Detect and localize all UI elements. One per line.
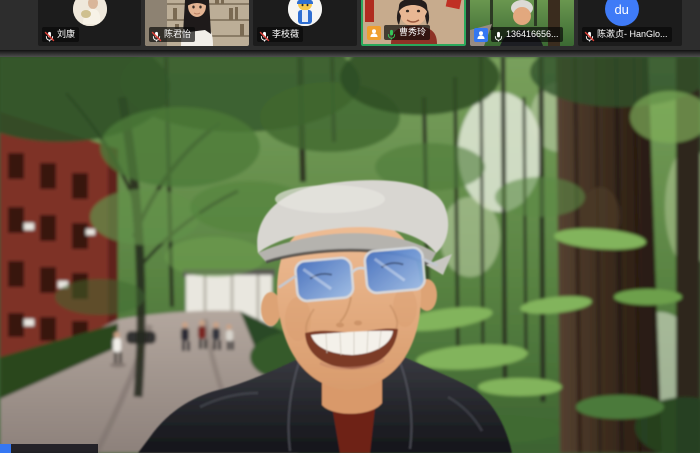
avatar [288,0,322,26]
name-pill: 李枝薇 [257,27,303,42]
main-video-scene [0,57,700,453]
participant-tile-1[interactable]: 刘康 [38,0,141,46]
name-pill: 曹秀玲 [384,25,430,40]
avatar-cartoon-illustration [288,0,322,26]
participant-name: 刘康 [57,29,75,40]
main-video-name-label-clipped [0,444,98,453]
avatar [73,0,107,26]
name-pill: 陈漱贞- HanGlo... [582,27,672,42]
participant-name: 陈君怡 [164,29,191,40]
mic-active-icon [386,27,397,38]
participant-name: 曹秀玲 [399,27,426,38]
mic-muted-icon [584,29,595,40]
avatar-photo-illustration [73,0,107,26]
strip-divider [0,50,700,57]
name-pill: 136416656... [491,27,563,42]
participant-name: 陈漱贞- HanGlo... [597,29,668,40]
participant-tile-5-self[interactable]: 136416656... [470,0,574,46]
participant-filmstrip: 刘康 陈君怡 [0,0,700,50]
participant-tile-4-active-speaker[interactable]: 曹秀玲 [361,0,466,46]
main-speaker-video[interactable] [0,57,700,453]
meeting-window: 刘康 陈君怡 [0,0,700,453]
self-person-badge-icon [0,444,11,453]
avatar-initials-text: du [614,2,628,17]
avatar-initials: du [605,0,639,26]
name-pill: 陈君怡 [149,27,195,42]
participant-tile-2[interactable]: 陈君怡 [145,0,249,46]
mic-muted-icon [44,29,55,40]
participant-tile-6[interactable]: du 陈漱贞- HanGlo... [578,0,682,46]
mic-on-icon [493,29,504,40]
name-pill: 刘康 [42,27,79,42]
participant-name: 136416656... [506,29,559,40]
host-person-badge-icon [367,26,381,40]
participant-name: 李枝薇 [272,29,299,40]
self-person-badge-icon [474,28,488,42]
mic-muted-icon [259,29,270,40]
participant-tile-3[interactable]: 李枝薇 [253,0,357,46]
mic-muted-icon [151,29,162,40]
